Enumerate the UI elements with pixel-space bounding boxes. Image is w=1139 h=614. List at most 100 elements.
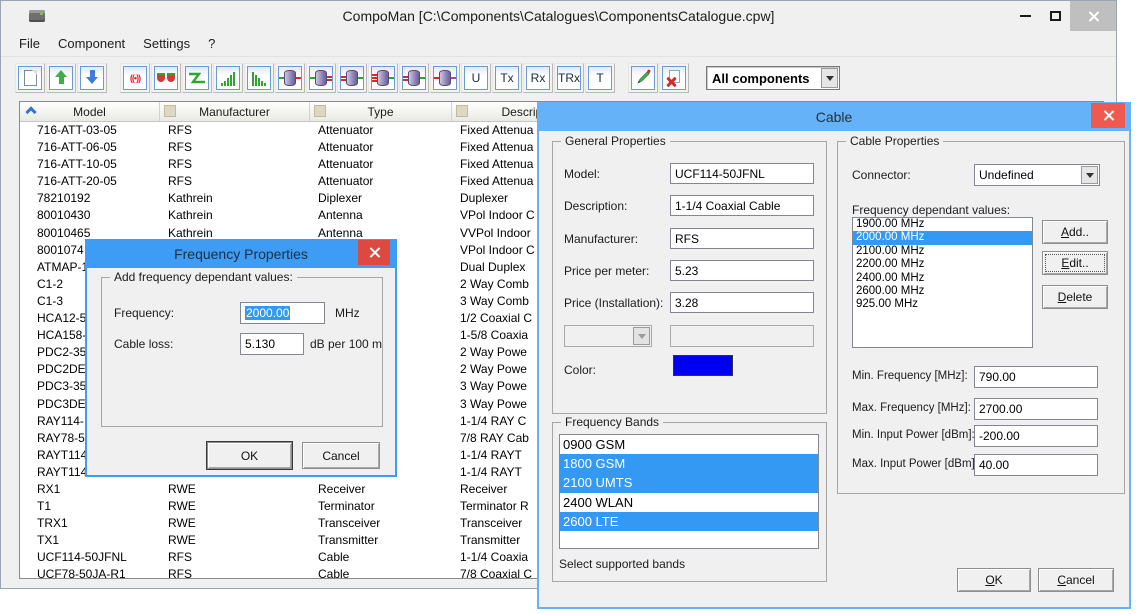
- cable-zigzag-icon: [187, 70, 207, 86]
- cell: T1: [20, 498, 160, 515]
- column-label: Manufacturer: [199, 105, 270, 119]
- close-icon: [369, 247, 380, 258]
- min-frequency-input[interactable]: 790.00: [974, 366, 1098, 388]
- attenuator-filter-button[interactable]: [244, 63, 274, 93]
- edit-component-button[interactable]: [628, 63, 658, 93]
- cell: Receiver: [310, 481, 452, 498]
- combiner-icon: [403, 70, 425, 86]
- menu-help[interactable]: ?: [199, 32, 224, 55]
- upload-button[interactable]: [46, 63, 76, 93]
- description-input[interactable]: 1-1/4 Coaxial Cable: [670, 195, 814, 216]
- list-item[interactable]: 2600.00 MHz: [853, 285, 1032, 298]
- list-item[interactable]: 0900 GSM: [560, 435, 818, 454]
- new-component-button[interactable]: [15, 63, 45, 93]
- titlebar[interactable]: CompoMan [C:\Components\Catalogues\Compo…: [1, 1, 1116, 31]
- chevron-down-icon[interactable]: [821, 68, 838, 88]
- trx-filter-button[interactable]: TRx: [554, 63, 584, 93]
- cell: RWE: [160, 515, 310, 532]
- delete-button[interactable]: Delete: [1042, 285, 1108, 309]
- max-frequency-input[interactable]: 2700.00: [974, 398, 1098, 420]
- price-per-meter-input[interactable]: 5.23: [670, 260, 814, 281]
- cable-dialog: Cable General Properties Model: UCF114-5…: [537, 102, 1131, 609]
- list-item[interactable]: 1800 GSM: [560, 454, 818, 473]
- menu-file[interactable]: File: [10, 32, 49, 55]
- minimize-button[interactable]: [1010, 1, 1040, 31]
- repeater-icon: [157, 75, 175, 82]
- cell: Terminator: [310, 498, 452, 515]
- cable-close-button[interactable]: [1091, 103, 1125, 128]
- component-filter-dropdown[interactable]: All components: [706, 66, 840, 90]
- list-item[interactable]: 925.00 MHz: [853, 298, 1032, 311]
- ok-button[interactable]: OK: [207, 442, 292, 469]
- combiner-filter-button-4[interactable]: [368, 63, 398, 93]
- delete-component-button[interactable]: [659, 63, 689, 93]
- list-item[interactable]: 2400 WLAN: [560, 493, 818, 512]
- cell: RFS: [160, 122, 310, 139]
- list-item[interactable]: 1900.00 MHz: [853, 218, 1032, 231]
- combiner-filter-button-5[interactable]: [399, 63, 429, 93]
- manufacturer-input[interactable]: RFS: [670, 228, 814, 249]
- edit-button[interactable]: Edit..: [1042, 251, 1108, 275]
- antenna-filter-button[interactable]: ((•)): [120, 63, 150, 93]
- combiner-filter-button-2[interactable]: [306, 63, 336, 93]
- unknown-filter-button[interactable]: U: [461, 63, 491, 93]
- column-header-model[interactable]: Model: [20, 102, 160, 121]
- cell: Kathrein: [160, 190, 310, 207]
- column-icon: [456, 105, 468, 117]
- list-item[interactable]: 2000.00 MHz: [853, 231, 1032, 244]
- new-document-icon: [24, 70, 37, 86]
- connector-combo[interactable]: Undefined: [974, 164, 1100, 186]
- cell: RX1: [20, 481, 160, 498]
- combiner-filter-button-6[interactable]: [430, 63, 460, 93]
- column-header-manufacturer[interactable]: Manufacturer: [160, 102, 310, 121]
- combiner-filter-button-1[interactable]: [275, 63, 305, 93]
- menu-component[interactable]: Component: [49, 32, 134, 55]
- cancel-button[interactable]: Cancel: [302, 442, 380, 469]
- price-installation-input[interactable]: 3.28: [670, 292, 814, 313]
- menu-settings[interactable]: Settings: [134, 32, 199, 55]
- list-item[interactable]: 2100.00 MHz: [853, 245, 1032, 258]
- list-item[interactable]: 2100 UMTS: [560, 473, 818, 492]
- max-input-power-input[interactable]: 40.00: [974, 454, 1098, 476]
- signal-bars-icon: [252, 71, 266, 86]
- cancel-button[interactable]: Cancel: [1038, 568, 1114, 592]
- list-item[interactable]: 2400.00 MHz: [853, 272, 1032, 285]
- menubar: FileComponentSettings?: [1, 31, 1116, 57]
- list-item[interactable]: 2600 LTE: [560, 512, 818, 531]
- cable-dialog-titlebar[interactable]: Cable: [537, 102, 1131, 131]
- delete-cross-icon: [666, 70, 682, 86]
- tx-filter-button[interactable]: Tx: [492, 63, 522, 93]
- cable-filter-button[interactable]: [182, 63, 212, 93]
- combiner-icon: [372, 70, 394, 86]
- fp-dialog-titlebar[interactable]: Frequency Properties: [85, 239, 397, 268]
- cell: Transmitter: [310, 532, 452, 549]
- close-window-button[interactable]: [1070, 1, 1116, 31]
- frequency-input[interactable]: 2000.00: [240, 302, 325, 324]
- close-icon: [1088, 11, 1099, 22]
- price-per-meter-label: Price per meter:: [564, 264, 649, 278]
- selected-text: 2000.00: [245, 306, 290, 320]
- download-button[interactable]: [77, 63, 107, 93]
- cell: Attenuator: [310, 173, 452, 190]
- max-frequency-label: Max. Frequency [MHz]:: [852, 402, 971, 414]
- column-header-type[interactable]: Type: [310, 102, 452, 121]
- fp-close-button[interactable]: [358, 240, 390, 265]
- letter-icon: TRx: [558, 71, 580, 85]
- ok-button[interactable]: OK: [957, 568, 1031, 592]
- rx-filter-button[interactable]: Rx: [523, 63, 553, 93]
- combiner-filter-button-3[interactable]: [337, 63, 367, 93]
- frequency-unit: MHz: [335, 306, 360, 320]
- model-input[interactable]: UCF114-50JFNL: [670, 163, 814, 184]
- terminator-filter-button[interactable]: T: [585, 63, 615, 93]
- column-label: Type: [367, 105, 393, 119]
- list-item[interactable]: 2200.00 MHz: [853, 258, 1032, 271]
- min-input-power-input[interactable]: -200.00: [974, 425, 1098, 447]
- add-button[interactable]: Add..: [1042, 220, 1108, 244]
- color-swatch[interactable]: [673, 355, 733, 376]
- cable-loss-input[interactable]: 5.130: [240, 333, 304, 355]
- maximize-button[interactable]: [1040, 1, 1070, 31]
- cell: UCF78-50JA-R1: [20, 566, 160, 578]
- close-icon: [1103, 110, 1114, 121]
- repeater-filter-button[interactable]: [151, 63, 181, 93]
- amplifier-filter-button[interactable]: [213, 63, 243, 93]
